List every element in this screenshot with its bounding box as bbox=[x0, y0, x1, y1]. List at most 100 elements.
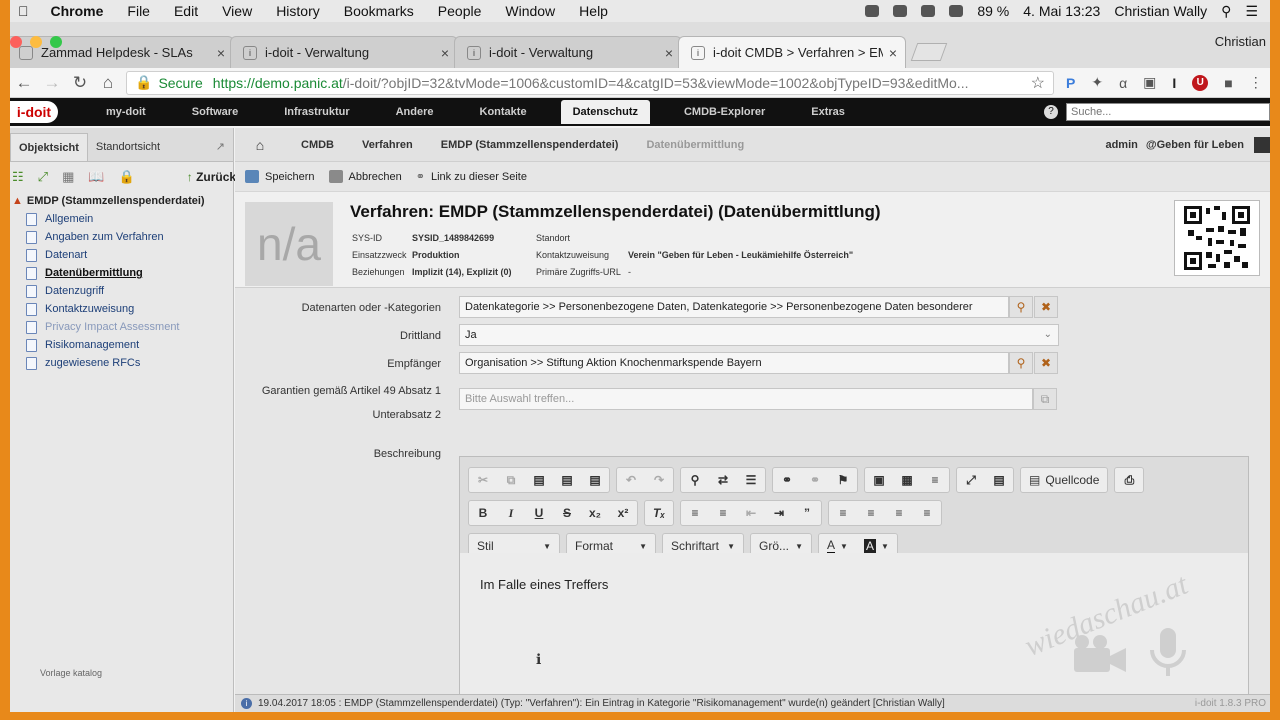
align-left-icon[interactable]: ≡ bbox=[829, 501, 857, 525]
zoom-window-icon[interactable] bbox=[50, 36, 62, 48]
menu-people[interactable]: People bbox=[438, 3, 482, 19]
qr-code[interactable] bbox=[1174, 200, 1260, 276]
back-icon[interactable]: ← bbox=[10, 73, 38, 93]
garantien-field[interactable]: Bitte Auswahl treffen... bbox=[459, 388, 1033, 410]
current-tenant[interactable]: @Geben für Leben bbox=[1146, 139, 1244, 151]
chrome-menu-icon[interactable]: ⋮ bbox=[1249, 74, 1263, 91]
numbered-list-icon[interactable]: ≡ bbox=[681, 501, 709, 525]
notification-icon[interactable]: ☰ bbox=[1245, 3, 1258, 20]
show-blocks-icon[interactable]: ▤ bbox=[985, 468, 1013, 492]
meta-relations[interactable]: Implizit (14), Explizit (0) bbox=[412, 264, 536, 281]
nav-my-doit[interactable]: my-doit bbox=[94, 100, 158, 124]
tree-icon[interactable]: ☷ bbox=[12, 169, 24, 185]
back-button[interactable]: ↑ Zurück bbox=[187, 170, 236, 184]
browse-copy-icon[interactable]: ⧉ bbox=[1033, 388, 1057, 410]
tree-node-risikomanagement[interactable]: Risikomanagement bbox=[26, 336, 233, 354]
minimize-window-icon[interactable] bbox=[30, 36, 42, 48]
menu-help[interactable]: Help bbox=[579, 3, 608, 19]
cancel-button[interactable]: Abbrechen bbox=[328, 170, 402, 183]
help-icon[interactable]: ? bbox=[1044, 105, 1058, 119]
permalink-button[interactable]: ⚭ Link zu dieser Seite bbox=[416, 170, 527, 184]
search-browse-icon[interactable]: ⚲ bbox=[1009, 352, 1033, 374]
nav-kontakte[interactable]: Kontakte bbox=[468, 100, 539, 124]
apple-icon[interactable]:  bbox=[18, 3, 29, 19]
strikethrough-button[interactable]: S bbox=[553, 501, 581, 525]
undo-icon[interactable]: ↶ bbox=[617, 468, 645, 492]
align-center-icon[interactable]: ≡ bbox=[857, 501, 885, 525]
wifi-icon[interactable] bbox=[949, 5, 964, 17]
tree-node-rfcs[interactable]: zugewiesene RFCs bbox=[26, 354, 233, 372]
nav-andere[interactable]: Andere bbox=[384, 100, 446, 124]
tree-node-datenart[interactable]: Datenart bbox=[26, 246, 233, 264]
maximize-icon[interactable]: ⤢ bbox=[957, 468, 985, 492]
cut-icon[interactable]: ✂ bbox=[469, 468, 497, 492]
breadcrumb-item[interactable]: EMDP (Stammzellenspenderdatei) bbox=[425, 139, 631, 151]
menu-file[interactable]: File bbox=[127, 3, 150, 19]
url-bar[interactable]: 🔒 Secure https://demo.panic.at /i-doit/?… bbox=[126, 70, 1054, 95]
spotlight-icon[interactable]: ⚲ bbox=[1221, 3, 1231, 20]
tray-icon[interactable] bbox=[893, 5, 908, 17]
home-icon[interactable]: ⌂ bbox=[94, 73, 122, 93]
italic-button[interactable]: I bbox=[497, 501, 525, 525]
bold-button[interactable]: B bbox=[469, 501, 497, 525]
bookmark-star-icon[interactable]: ☆ bbox=[1031, 73, 1045, 93]
extension-icon[interactable]: ■ bbox=[1224, 75, 1232, 91]
current-user[interactable]: admin bbox=[1105, 139, 1137, 151]
close-tab-icon[interactable]: × bbox=[217, 45, 225, 61]
tab-objektsicht[interactable]: Objektsicht bbox=[10, 133, 88, 161]
popout-icon[interactable]: ↗ bbox=[216, 133, 225, 161]
close-window-icon[interactable] bbox=[10, 36, 22, 48]
tree-node-privacy-impact[interactable]: Privacy Impact Assessment bbox=[26, 318, 233, 336]
source-button[interactable]: ▤ Quellcode bbox=[1021, 468, 1107, 492]
blockquote-icon[interactable]: ” bbox=[793, 501, 821, 525]
detach-icon[interactable]: ✖ bbox=[1034, 352, 1058, 374]
menu-view[interactable]: View bbox=[222, 3, 252, 19]
bulleted-list-icon[interactable]: ≡ bbox=[709, 501, 737, 525]
extension-icon[interactable]: ✦ bbox=[1091, 74, 1103, 91]
tray-icon[interactable] bbox=[865, 5, 880, 17]
close-tab-icon[interactable]: × bbox=[441, 45, 449, 61]
find-icon[interactable]: ⚲ bbox=[681, 468, 709, 492]
menu-bookmarks[interactable]: Bookmarks bbox=[344, 3, 414, 19]
select-all-icon[interactable]: ☰ bbox=[737, 468, 765, 492]
indent-icon[interactable]: ⇥ bbox=[765, 501, 793, 525]
menu-history[interactable]: History bbox=[276, 3, 320, 19]
outdent-icon[interactable]: ⇤ bbox=[737, 501, 765, 525]
close-tab-icon[interactable]: × bbox=[889, 45, 897, 61]
tree-node-datenzugriff[interactable]: Datenzugriff bbox=[26, 282, 233, 300]
search-browse-icon[interactable]: ⚲ bbox=[1009, 296, 1033, 318]
extension-p-icon[interactable]: P bbox=[1066, 75, 1075, 91]
battery-percent[interactable]: 89 % bbox=[977, 3, 1009, 19]
list-icon[interactable]: ▦ bbox=[62, 169, 74, 185]
menu-app[interactable]: Chrome bbox=[51, 3, 104, 19]
new-tab-button[interactable] bbox=[910, 43, 948, 61]
home-icon[interactable]: ⌂ bbox=[235, 137, 285, 153]
remove-format-icon[interactable]: Tₓ bbox=[645, 501, 673, 525]
nav-extras[interactable]: Extras bbox=[799, 100, 857, 124]
detach-icon[interactable]: ✖ bbox=[1034, 296, 1058, 318]
datenarten-field[interactable]: Datenkategorie >> Personenbezogene Daten… bbox=[459, 296, 1009, 318]
drittland-select[interactable]: Ja ⌄ bbox=[459, 324, 1059, 346]
image-icon[interactable]: ▣ bbox=[865, 468, 893, 492]
empfaenger-field[interactable]: Organisation >> Stiftung Aktion Knochenm… bbox=[459, 352, 1009, 374]
clock[interactable]: 4. Mai 13:23 bbox=[1023, 3, 1100, 19]
book-icon[interactable]: 📖 bbox=[88, 169, 104, 185]
browser-tab[interactable]: i i-doit - Verwaltung × bbox=[454, 36, 682, 68]
mac-user[interactable]: Christian Wally bbox=[1114, 3, 1207, 19]
editor-content-area[interactable]: Im Falle eines Treffers ℹ bbox=[460, 553, 1248, 711]
paste-icon[interactable]: ▤ bbox=[525, 468, 553, 492]
paste-text-icon[interactable]: ▤ bbox=[553, 468, 581, 492]
browser-tab[interactable]: i i-doit - Verwaltung × bbox=[230, 36, 458, 68]
menu-window[interactable]: Window bbox=[505, 3, 555, 19]
nav-datenschutz[interactable]: Datenschutz bbox=[560, 100, 650, 124]
replace-icon[interactable]: ⇄ bbox=[709, 468, 737, 492]
translate-icon[interactable]: α bbox=[1119, 75, 1127, 91]
tree-node-datenuebermittlung[interactable]: Datenübermittlung bbox=[26, 264, 233, 282]
close-tab-icon[interactable]: × bbox=[665, 45, 673, 61]
breadcrumb-item[interactable]: CMDB bbox=[285, 139, 346, 151]
lock-icon[interactable]: 🔒 bbox=[119, 169, 135, 185]
menu-edit[interactable]: Edit bbox=[174, 3, 198, 19]
expand-icon[interactable]: ⤢ bbox=[38, 169, 48, 185]
anchor-flag-icon[interactable]: ⚑ bbox=[829, 468, 857, 492]
table-icon[interactable]: ▦ bbox=[893, 468, 921, 492]
